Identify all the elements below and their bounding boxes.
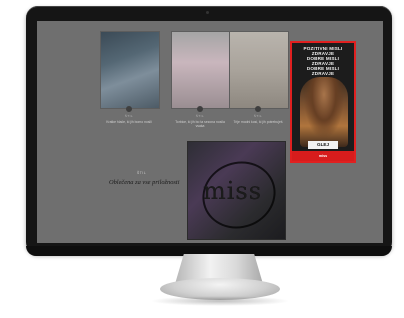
article-card[interactable]: ŠTIL Kratke hlače, ki jih bomo nosili <box>100 31 160 124</box>
article-title[interactable]: Kratke hlače, ki jih bomo nosili <box>100 120 158 124</box>
ad-person-image <box>300 77 348 147</box>
ad-cta-button[interactable]: GLEJ <box>308 141 338 149</box>
article-category: ŠTIL <box>253 114 263 118</box>
ad-line: ZDRAVJE <box>311 71 335 76</box>
sidebar-ad-banner[interactable]: POZITIVNI MISLI ZDRAVJE DOBRE MISLI ZDRA… <box>290 41 356 163</box>
article-category: ŠTIL <box>124 114 134 118</box>
article-title[interactable]: Trije modni kosi, ki jih potrebuješ <box>229 120 287 124</box>
ad-brand-strip: miss <box>292 151 354 161</box>
article-image[interactable] <box>171 31 231 109</box>
category-dot-icon <box>255 106 261 112</box>
article-card[interactable]: ŠTIL Torbice, ki jih bo ta sezona nosila… <box>171 31 231 128</box>
article-image[interactable] <box>100 31 160 109</box>
bottom-category: ŠTIL <box>137 171 147 175</box>
category-dot-icon <box>197 106 203 112</box>
article-category: ŠTIL <box>195 114 205 118</box>
promo-image[interactable]: miss <box>187 141 286 240</box>
article-image[interactable] <box>229 31 289 109</box>
article-title[interactable]: Torbice, ki jih bo ta sezona nosila vsak… <box>171 120 229 128</box>
monitor-shadow <box>150 296 290 306</box>
category-dot-icon <box>126 106 132 112</box>
article-card[interactable]: ŠTIL Trije modni kosi, ki jih potrebuješ <box>229 31 289 124</box>
monitor-screen: ŠTIL Kratke hlače, ki jih bomo nosili ŠT… <box>37 21 383 243</box>
camera-icon <box>206 11 209 14</box>
promo-brand: miss <box>203 177 263 205</box>
bottom-title[interactable]: Oblečena za vse priložnosti <box>109 179 179 186</box>
